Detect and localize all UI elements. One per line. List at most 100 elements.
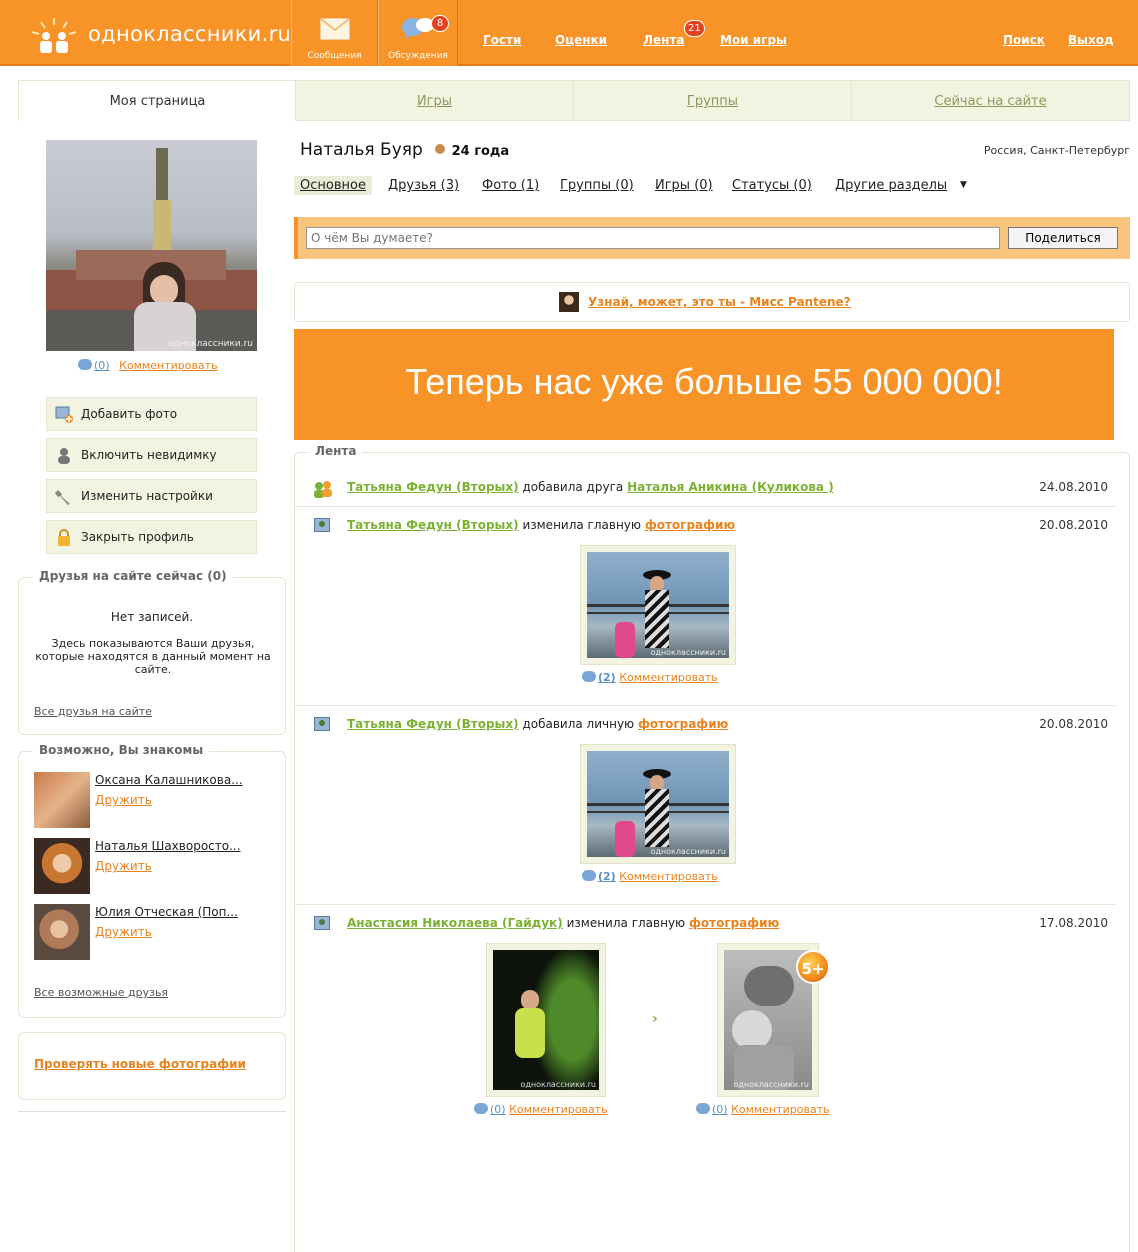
invisible-mode-label: Включить невидимку [81, 448, 217, 462]
feed-separator [294, 904, 1116, 905]
add-photo-icon [55, 406, 73, 423]
add-photo-label: Добавить фото [81, 407, 178, 421]
chevron-right-icon: › [652, 1011, 658, 1027]
add-friend-link[interactable]: Дружить [95, 859, 152, 873]
discussions-icon [402, 18, 434, 39]
tab-my-page[interactable]: Моя страница [18, 80, 296, 121]
person-photo[interactable] [34, 904, 90, 960]
subnav-other[interactable]: Другие разделы [835, 178, 947, 193]
nav-logout[interactable]: Выход [1068, 33, 1114, 47]
status-input[interactable] [306, 227, 1000, 249]
person-card: Юлия Отческая (Поп... Дружить [34, 904, 274, 960]
comment-count[interactable]: (0) [490, 1103, 506, 1116]
tab-groups[interactable]: Группы [573, 80, 852, 121]
tab-games[interactable]: Игры [295, 80, 574, 121]
status-panel: Поделиться [294, 217, 1130, 259]
feed-item: Анастасия Николаева (Гайдук) изменила гл… [294, 916, 1116, 1121]
profile-subnav: Основное Друзья (3) Фото (1) Группы (0) … [294, 176, 1130, 198]
photo-watermark: одноклассники.ru [650, 648, 726, 657]
promo-link[interactable]: Узнай, может, это ты - Мисс Pantene? [588, 295, 851, 309]
subnav-games[interactable]: Игры (0) [655, 178, 713, 193]
discussions-button[interactable]: 8 Обсуждения [378, 0, 458, 66]
feed-title: Лента [309, 444, 363, 458]
person-card: Наталья Шахворосто... Дружить [34, 838, 274, 894]
avatar-comment-count[interactable]: (0) [94, 359, 110, 372]
subnav-groups[interactable]: Группы (0) [560, 178, 634, 193]
feed-user-link[interactable]: Татьяна Федун (Вторых) [347, 717, 519, 731]
chevron-down-icon[interactable]: ▼ [960, 180, 967, 190]
comment-link[interactable]: Комментировать [619, 870, 717, 883]
add-photo-button[interactable]: Добавить фото [46, 397, 257, 431]
person-name[interactable]: Юлия Отческая (Поп... [95, 905, 238, 919]
rating-badge-text: 5+ [801, 960, 825, 978]
comment-icon [582, 870, 596, 881]
comment-count[interactable]: (0) [712, 1103, 728, 1116]
friends-online-title: Друзья на сайте сейчас (0) [33, 569, 233, 583]
wrench-icon [55, 490, 70, 505]
profile-name: Наталья Буяр 24 года [300, 140, 509, 160]
close-profile-button[interactable]: Закрыть профиль [46, 520, 257, 554]
comment-link[interactable]: Комментировать [509, 1103, 607, 1116]
promo-box: Узнай, может, это ты - Мисс Pantene? [294, 282, 1130, 322]
photo-comments: (2) Комментировать [582, 870, 718, 883]
check-photos-link[interactable]: Проверять новые фотографии [34, 1057, 246, 1071]
photo-watermark: одноклассники.ru [733, 1080, 809, 1089]
nav-my-games[interactable]: Мои игры [720, 33, 787, 47]
feed-target-link[interactable]: фотографию [645, 518, 735, 532]
subnav-statuses[interactable]: Статусы (0) [732, 178, 812, 193]
person-name[interactable]: Оксана Калашникова... [95, 773, 243, 787]
nav-search[interactable]: Поиск [1003, 33, 1045, 47]
feed-text: Татьяна Федун (Вторых) добавила друга На… [347, 480, 834, 494]
comment-icon [78, 359, 92, 370]
share-button[interactable]: Поделиться [1008, 227, 1118, 249]
feed-action: добавила личную [522, 717, 635, 731]
avatar[interactable]: одноклассники.ru [46, 140, 257, 351]
feed-target-link[interactable]: фотографию [638, 717, 728, 731]
feed-user-link[interactable]: Анастасия Николаева (Гайдук) [347, 916, 563, 930]
promo-thumb [559, 292, 579, 312]
tab-online-now[interactable]: Сейчас на сайте [851, 80, 1130, 121]
profile-name-text: Наталья Буяр [300, 140, 423, 160]
friends-online-panel: Друзья на сайте сейчас (0) Нет записей. … [18, 569, 286, 735]
friends-icon [314, 481, 332, 498]
all-possible-friends-link[interactable]: Все возможные друзья [34, 986, 168, 999]
settings-label: Изменить настройки [81, 489, 213, 503]
all-online-friends-link[interactable]: Все друзья на сайте [34, 705, 152, 718]
feed-photo[interactable]: одноклассники.ru [580, 744, 736, 864]
comment-link[interactable]: Комментировать [619, 671, 717, 684]
add-friend-link[interactable]: Дружить [95, 793, 152, 807]
person-photo[interactable] [34, 772, 90, 828]
feed-photo-old[interactable]: одноклассники.ru [486, 943, 606, 1097]
messages-label: Сообщения [307, 51, 362, 61]
avatar-watermark: одноклассники.ru [167, 339, 253, 349]
profile-age: 24 года [451, 144, 510, 159]
avatar-comment-link[interactable]: Комментировать [119, 359, 217, 372]
photo-comments: (0) Комментировать [696, 1103, 830, 1116]
comment-count[interactable]: (2) [598, 671, 616, 684]
promo-banner[interactable]: Теперь нас уже больше 55 000 000! [294, 329, 1114, 440]
photo-icon [314, 717, 330, 731]
comment-icon [696, 1103, 710, 1114]
invisible-mode-button[interactable]: Включить невидимку [46, 438, 257, 472]
feed-target-link[interactable]: Наталья Аникина (Куликова ) [627, 480, 834, 494]
check-photos-panel: Проверять новые фотографии [18, 1032, 286, 1100]
person-name[interactable]: Наталья Шахворосто... [95, 839, 241, 853]
site-logo[interactable]: одноклассники.ru [28, 16, 291, 54]
add-friend-link[interactable]: Дружить [95, 925, 152, 939]
feed-target-link[interactable]: фотографию [689, 916, 779, 930]
subnav-friends[interactable]: Друзья (3) [388, 178, 459, 193]
messages-button[interactable]: Сообщения [291, 0, 378, 66]
nav-guests[interactable]: Гости [483, 33, 521, 47]
nav-ratings[interactable]: Оценки [555, 33, 607, 47]
feed-user-link[interactable]: Татьяна Федун (Вторых) [347, 480, 519, 494]
feed-user-link[interactable]: Татьяна Федун (Вторых) [347, 518, 519, 532]
subnav-photos[interactable]: Фото (1) [482, 178, 539, 193]
feed-photo[interactable]: одноклассники.ru [580, 545, 736, 665]
settings-button[interactable]: Изменить настройки [46, 479, 257, 513]
comment-link[interactable]: Комментировать [731, 1103, 829, 1116]
person-photo[interactable] [34, 838, 90, 894]
feed-date: 24.08.2010 [1039, 480, 1108, 494]
nav-feed[interactable]: Лента [643, 33, 684, 47]
comment-count[interactable]: (2) [598, 870, 616, 883]
subnav-main[interactable]: Основное [294, 176, 372, 195]
